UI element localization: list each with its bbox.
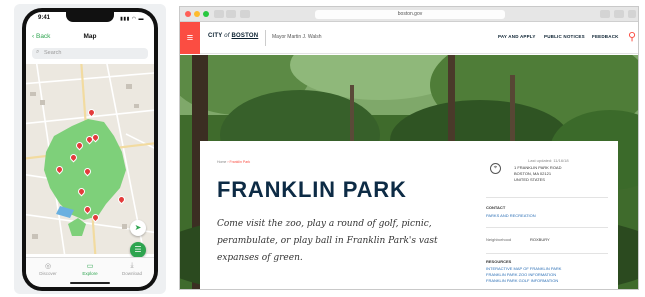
new-tab-button[interactable]: [614, 10, 624, 18]
compass-icon: ◎: [44, 263, 52, 270]
search-icon: ⌕: [36, 49, 40, 55]
resource-link[interactable]: FRANKLIN PARK GOLF INFORMATION: [486, 278, 558, 283]
sidebar-divider: [486, 197, 608, 198]
list-icon: ☰: [134, 245, 142, 254]
location-pin-icon: ⌖: [490, 163, 501, 174]
tab-label: Discover: [39, 271, 57, 276]
address-bar[interactable]: boston.gov: [315, 10, 505, 19]
breadcrumb: Home › Franklin Park: [217, 160, 250, 164]
sidebar-toggle-button[interactable]: [240, 10, 250, 18]
browser-chrome: boston.gov: [180, 7, 638, 22]
forward-nav-button[interactable]: [226, 10, 236, 18]
phone-frame: 9:41 ▮▮▮ ◠ ▬ ‹ Back Map ⌕ Search ➤ ☰ ◎ D…: [22, 8, 158, 291]
last-updated: Last updated: 11/16/18: [528, 158, 569, 163]
tabs-overview-button[interactable]: [628, 10, 636, 18]
status-icons: ▮▮▮ ◠ ▬: [120, 16, 144, 22]
contact-link[interactable]: PARKS AND RECREATION: [486, 213, 536, 218]
tab-label: Explore: [82, 271, 98, 276]
navigation-arrow-icon: ➤: [134, 223, 142, 232]
address-line: UNITED STATES: [514, 177, 545, 182]
city-logo[interactable]: CITY of BOSTON: [208, 33, 258, 39]
resource-link[interactable]: INTERACTIVE MAP OF FRANKLIN PARK: [486, 266, 561, 271]
back-nav-button[interactable]: [214, 10, 224, 18]
content-card: Home › Franklin Park Last updated: 11/16…: [200, 141, 618, 289]
list-view-button[interactable]: ☰: [130, 242, 146, 258]
header-divider: [265, 30, 266, 46]
site-header: ≡ CITY of BOSTON Mayor Martin J. Walsh P…: [180, 22, 638, 54]
search-icon[interactable]: ⚲: [628, 30, 636, 43]
tab-discover[interactable]: ◎ Discover: [30, 262, 66, 276]
phone-screen: 9:41 ▮▮▮ ◠ ▬ ‹ Back Map ⌕ Search ➤ ☰ ◎ D…: [26, 12, 154, 287]
menu-button[interactable]: ≡: [180, 22, 200, 54]
maximize-window-button[interactable]: [203, 11, 209, 17]
logo-boston-text: BOSTON: [231, 33, 259, 39]
contact-label: CONTACT: [486, 205, 506, 210]
logo-of-text: of: [224, 33, 230, 39]
page-title: Map: [83, 33, 97, 40]
resources-label: RESOURCES: [486, 259, 512, 264]
tab-explore[interactable]: ▭ Explore: [72, 262, 108, 276]
composite-screenshot: 9:41 ▮▮▮ ◠ ▬ ‹ Back Map ⌕ Search ➤ ☰ ◎ D…: [0, 0, 645, 297]
hero-image: Home › Franklin Park Last updated: 11/16…: [180, 55, 638, 289]
home-indicator: [70, 282, 110, 284]
resource-link[interactable]: FRANKLIN PARK ZOO INFORMATION: [486, 272, 556, 277]
neighborhood-label: Neighborhood: [486, 237, 512, 242]
map-icon: ▭: [86, 263, 94, 270]
logo-city-text: CITY: [208, 33, 223, 39]
breadcrumb-home[interactable]: Home: [217, 160, 226, 164]
locate-me-button[interactable]: ➤: [130, 220, 146, 236]
nav-pay-and-apply[interactable]: PAY AND APPLY: [498, 34, 536, 39]
nav-public-notices[interactable]: PUBLIC NOTICES: [544, 34, 585, 39]
breadcrumb-current: Franklin Park: [229, 160, 251, 164]
tab-download[interactable]: ⤓ Download: [114, 262, 150, 276]
nav-feedback[interactable]: FEEDBACK: [592, 34, 619, 39]
phone-notch: [66, 12, 114, 22]
intro-text: Come visit the zoo, play a round of golf…: [217, 219, 438, 263]
browser-window: boston.gov ≡ CITY of BOSTON Mayor Martin…: [179, 6, 639, 290]
tab-label: Download: [121, 271, 142, 276]
status-time: 9:41: [38, 15, 51, 21]
app-navbar: ‹ Back Map: [26, 31, 154, 45]
search-input[interactable]: ⌕ Search: [32, 48, 148, 59]
close-window-button[interactable]: [185, 11, 191, 17]
tab-bar: ◎ Discover ▭ Explore ⤓ Download: [26, 257, 154, 287]
mayor-link[interactable]: Mayor Martin J. Walsh: [272, 34, 322, 40]
sidebar-divider: [486, 253, 608, 254]
hamburger-icon: ≡: [186, 32, 194, 44]
download-icon: ⤓: [130, 262, 134, 269]
share-button[interactable]: [600, 10, 610, 18]
minimize-window-button[interactable]: [194, 11, 200, 17]
page-heading: FRANKLIN PARK: [217, 177, 407, 202]
address-block: 1 FRANKLIN PARK ROAD BOSTON, MA 02121 UN…: [514, 165, 562, 183]
neighborhood-value: ROXBURY: [530, 237, 550, 242]
search-placeholder: Search: [44, 50, 62, 56]
sidebar-divider: [486, 227, 608, 228]
